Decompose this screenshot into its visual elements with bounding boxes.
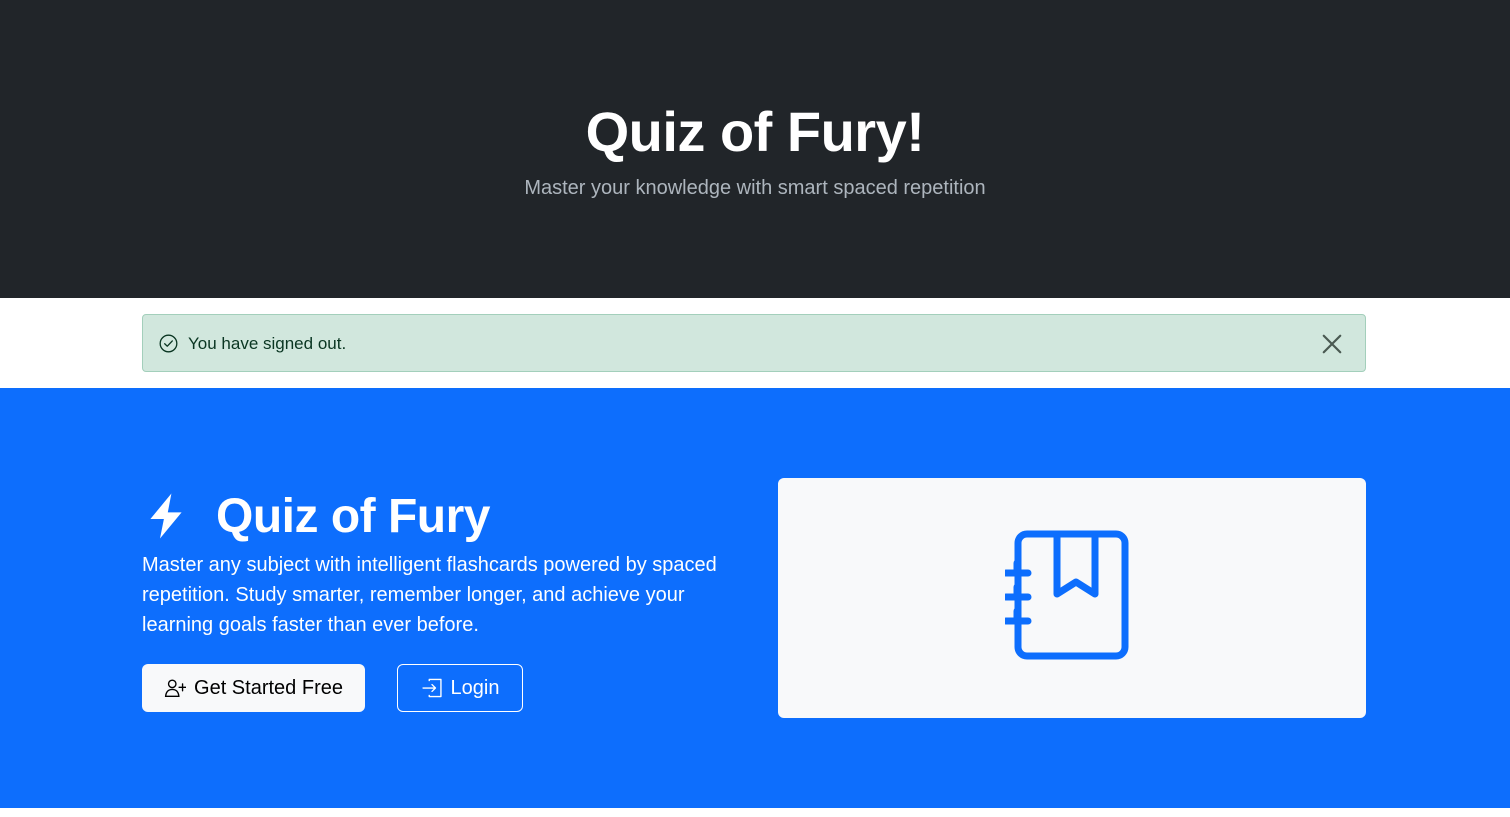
check-circle-icon [159, 334, 178, 353]
get-started-label: Get Started Free [194, 676, 343, 699]
person-plus-icon [164, 679, 187, 697]
box-arrow-in-icon [421, 678, 442, 698]
get-started-button[interactable]: Get Started Free [142, 664, 365, 712]
hero-section: Quiz of Fury Master any subject with int… [0, 388, 1510, 808]
hero-title: Quiz of Fury [216, 489, 490, 543]
page-subtitle: Master your knowledge with smart spaced … [524, 177, 986, 199]
lightning-icon [150, 493, 182, 539]
hero-heading: Quiz of Fury [142, 486, 490, 546]
signed-out-alert: You have signed out. [142, 314, 1366, 372]
hero-lead: Master any subject with intelligent flas… [142, 554, 717, 636]
login-button[interactable]: Login [397, 664, 523, 712]
hero-illustration-card [778, 478, 1366, 718]
page-title: Quiz of Fury! [585, 100, 925, 163]
top-banner: Quiz of Fury! Master your knowledge with… [0, 0, 1510, 298]
login-label: Login [450, 676, 500, 699]
alert-message: You have signed out. [188, 334, 347, 353]
journal-bookmark-icon [1005, 530, 1129, 660]
close-icon[interactable] [1321, 333, 1343, 355]
